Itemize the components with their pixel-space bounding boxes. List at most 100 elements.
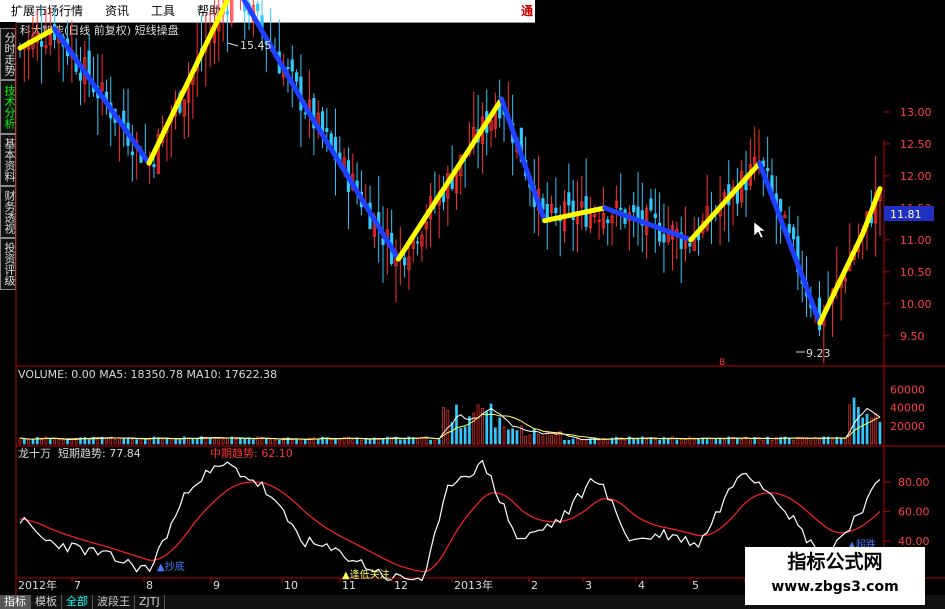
volume-bar xyxy=(178,439,182,445)
volume-bar xyxy=(61,439,65,445)
volume-bar xyxy=(87,439,91,445)
volume-bar xyxy=(429,439,432,445)
volume-bar xyxy=(416,437,419,445)
candle-body xyxy=(325,128,329,132)
volume-bar xyxy=(844,438,847,445)
volume-bar xyxy=(537,433,540,445)
volume-bar xyxy=(809,439,813,445)
price-tick-label: 10.50 xyxy=(900,266,932,279)
short-trend-label: 短期趋势: 77.84 xyxy=(58,446,141,460)
candle-body xyxy=(130,151,134,156)
price-tick-label: 12.50 xyxy=(900,138,932,151)
candle-body xyxy=(225,10,230,15)
volume-bar xyxy=(53,438,56,445)
volume-bar xyxy=(705,437,709,445)
date-month-label: 3 xyxy=(585,579,592,592)
watermark-url: www.zbgs3.com xyxy=(771,579,899,595)
tab-template[interactable]: 模板 xyxy=(31,595,62,609)
volume-bar xyxy=(792,439,795,445)
volume-bar xyxy=(606,439,610,445)
volume-bar xyxy=(567,439,571,445)
volume-bar xyxy=(666,438,670,445)
volume-bar xyxy=(584,439,588,445)
date-month-label: 9 xyxy=(213,579,220,592)
volume-bar xyxy=(403,439,406,445)
volume-bar xyxy=(243,438,247,445)
candle-body xyxy=(632,205,636,213)
candle-body xyxy=(649,198,653,211)
volume-bar xyxy=(528,434,532,445)
volume-bar xyxy=(524,435,527,445)
volume-tick-label: 20000 xyxy=(890,420,925,433)
volume-bar xyxy=(364,438,368,445)
volume-bar xyxy=(226,437,229,445)
volume-bar xyxy=(515,430,519,445)
volume-bar xyxy=(234,438,238,445)
volume-bar xyxy=(468,416,471,445)
trend-segment xyxy=(51,26,152,166)
volume-bar xyxy=(398,439,402,445)
volume-bar xyxy=(761,439,765,445)
volume-bars xyxy=(18,397,882,445)
volume-bar xyxy=(131,439,134,445)
volume-bar xyxy=(135,439,139,445)
volume-axis: 60000 40000 20000 xyxy=(890,384,925,433)
volume-bar xyxy=(697,438,700,445)
candle-body xyxy=(554,207,558,214)
date-month-label: 4 xyxy=(638,579,645,592)
volume-bar xyxy=(554,432,558,445)
volume-bar xyxy=(580,439,584,445)
volume-bar xyxy=(550,434,553,445)
tab-wave-king[interactable]: 波段王 xyxy=(93,595,135,609)
candle-body xyxy=(415,241,420,244)
volume-bar xyxy=(740,439,744,445)
volume-bar xyxy=(57,439,61,445)
volume-tick-label: 40000 xyxy=(890,402,925,415)
date-year-label: 2012年 xyxy=(18,578,57,592)
volume-bar xyxy=(675,439,679,445)
price-axis: 13.0012.5012.0011.5011.0010.5010.009.50 xyxy=(884,106,932,343)
candle-body xyxy=(567,192,571,206)
volume-bar xyxy=(221,438,225,445)
volume-bar xyxy=(865,413,869,445)
volume-bar xyxy=(710,437,713,445)
volume-label: VOLUME: 0.00 MA5: 18350.78 MA10: 17622.3… xyxy=(18,368,277,381)
volume-bar xyxy=(455,404,458,445)
volume-bar xyxy=(485,411,489,445)
candle-body xyxy=(303,112,307,115)
buy-marker: B xyxy=(719,358,725,368)
volume-bar xyxy=(571,438,575,445)
candle-body xyxy=(40,41,44,47)
volume-bar xyxy=(269,438,273,445)
volume-bar xyxy=(48,438,52,445)
volume-ma5-line xyxy=(19,407,881,441)
candle-body xyxy=(787,223,791,233)
price-tick-label: 13.00 xyxy=(900,106,932,119)
indicator-name: 龙十万 xyxy=(18,446,51,460)
volume-bar xyxy=(736,437,739,445)
volume-bar xyxy=(381,438,385,445)
indicator-axis: 80.0060.0040.00 xyxy=(884,476,930,548)
volume-bar xyxy=(169,438,173,445)
tab-all[interactable]: 全部 xyxy=(62,595,93,609)
volume-bar xyxy=(861,417,865,445)
candle-body xyxy=(256,3,260,12)
volume-bar xyxy=(66,439,69,445)
candle-body xyxy=(286,67,290,69)
date-month-label: 11 xyxy=(342,579,356,592)
volume-bar xyxy=(195,437,199,445)
low-label: 9.23 xyxy=(806,347,831,360)
volume-bar xyxy=(450,422,454,445)
volume-bar xyxy=(463,426,467,445)
price-tick-label: 10.00 xyxy=(900,298,932,311)
indicator-tick-label: 60.00 xyxy=(898,506,930,519)
volume-bar xyxy=(290,439,294,445)
watermark: 指标公式网 www.zbgs3.com xyxy=(745,547,925,605)
tab-indicator[interactable]: 指标 xyxy=(0,595,31,609)
date-month-label: 12 xyxy=(394,579,408,592)
volume-bar xyxy=(264,438,268,445)
high-pointer xyxy=(227,42,239,47)
candle-body xyxy=(662,234,666,243)
tab-zjtj[interactable]: ZJTJ xyxy=(135,595,165,609)
volume-bar xyxy=(623,439,627,445)
